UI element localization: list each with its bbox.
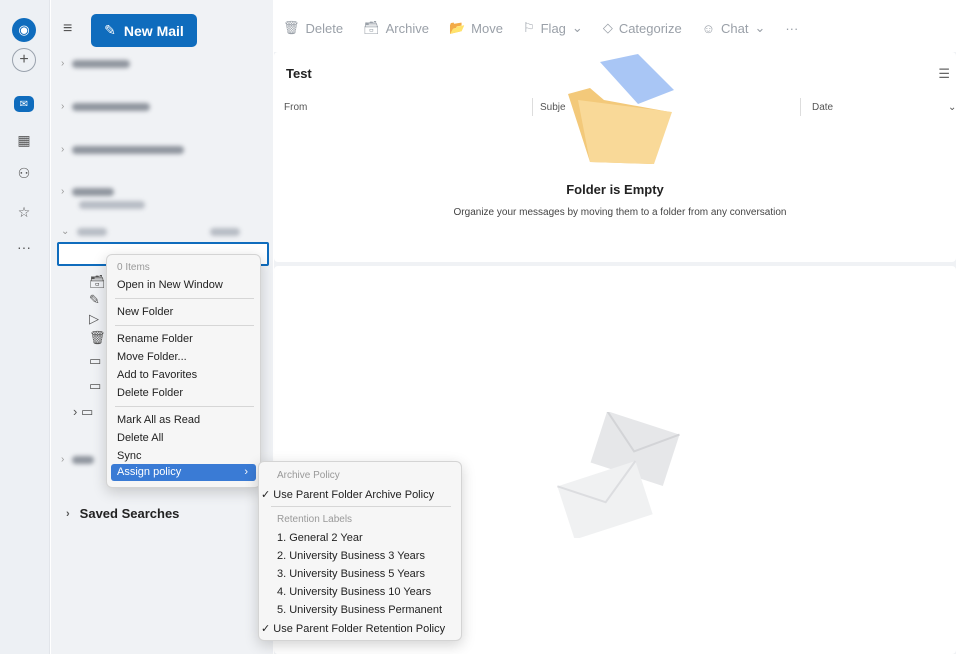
hamburger-icon[interactable]: ≡: [63, 20, 72, 38]
archive-button[interactable]: 🗃 Archive: [363, 20, 429, 36]
col-date[interactable]: Date: [812, 102, 833, 113]
menu-assign-policy[interactable]: Assign policy ›: [111, 464, 256, 481]
trash-icon: 🗑: [89, 330, 106, 345]
categorize-button[interactable]: ◇ Categorize: [603, 20, 682, 36]
chevron-right-icon: ›: [61, 101, 65, 112]
flag-button[interactable]: ⚐ Flag ⌄: [523, 20, 583, 36]
menu-delete-all[interactable]: Delete All: [117, 432, 163, 444]
menu-move-folder[interactable]: Move Folder...: [117, 351, 187, 363]
menu-rename-folder[interactable]: Rename Folder: [117, 333, 193, 345]
star-icon[interactable]: ☆: [12, 200, 36, 224]
folder-icon: ▭: [89, 353, 102, 368]
archive-icon: 🗃: [89, 274, 106, 289]
new-mail-label: New Mail: [123, 22, 184, 39]
calendar-icon[interactable]: ▦: [12, 128, 36, 152]
message-list: Test ☰ From Subje Date ⌄ Folder is Empty…: [274, 52, 956, 262]
submenu-use-parent-archive[interactable]: ✓ Use Parent Folder Archive Policy: [261, 488, 434, 501]
folder-account-group[interactable]: ›: [61, 186, 115, 197]
menu-open-new-window[interactable]: Open in New Window: [117, 279, 223, 291]
folder-inbox[interactable]: ⌄: [61, 226, 241, 237]
col-divider[interactable]: [800, 98, 801, 116]
col-divider[interactable]: [532, 98, 533, 116]
retention-labels-header: Retention Labels: [277, 514, 353, 525]
folder-title: Test: [286, 66, 312, 81]
chevron-right-icon: › ▭: [73, 404, 94, 419]
chevron-right-icon: ›: [244, 466, 248, 478]
menu-new-folder[interactable]: New Folder: [117, 306, 173, 318]
chat-button[interactable]: ☺ Chat ⌄: [702, 20, 766, 36]
chevron-down-icon: ⌄: [61, 226, 70, 237]
retention-label-item[interactable]: 5. University Business Permanent: [277, 604, 442, 616]
retention-label-item[interactable]: 2. University Business 3 Years: [277, 550, 425, 562]
retention-label-item[interactable]: 4. University Business 10 Years: [277, 586, 431, 598]
compose-icon: ✎: [104, 22, 116, 38]
menu-sync[interactable]: Sync: [117, 450, 141, 462]
saved-searches[interactable]: › Saved Searches: [66, 506, 179, 521]
people-icon[interactable]: ⚇: [12, 161, 36, 185]
retention-label-item[interactable]: 3. University Business 5 Years: [277, 568, 425, 580]
menu-mark-all-read[interactable]: Mark All as Read: [117, 414, 200, 426]
menu-add-favorites[interactable]: Add to Favorites: [117, 369, 197, 381]
folder-front: [578, 100, 672, 164]
move-button[interactable]: 📂 Move: [449, 20, 503, 36]
more-button[interactable]: ···: [785, 20, 798, 36]
trash-icon: 🗑: [283, 20, 300, 35]
col-from[interactable]: From: [284, 102, 307, 113]
chevron-down-icon[interactable]: ⌄: [572, 20, 583, 36]
retention-label-item[interactable]: 1. General 2 Year: [277, 532, 363, 544]
filter-icon[interactable]: ☰: [938, 66, 950, 82]
assign-policy-label: Assign policy: [117, 466, 182, 478]
folder-account[interactable]: ›: [61, 144, 185, 155]
chevron-right-icon: ›: [61, 144, 65, 155]
folder-all-accounts[interactable]: ›: [61, 101, 151, 112]
delete-button[interactable]: 🗑 Delete: [283, 20, 343, 36]
chevron-down-icon[interactable]: ⌄: [948, 102, 956, 113]
folder-account-email: [79, 201, 145, 209]
folder-sync-icon: ▭: [89, 378, 102, 393]
move-icon: 📂: [448, 20, 466, 35]
folder-other-account[interactable]: ›: [61, 454, 95, 465]
menu-separator: [115, 298, 254, 299]
new-mail-button[interactable]: ✎ New Mail: [91, 14, 197, 47]
submenu-use-parent-retention[interactable]: ✓ Use Parent Folder Retention Policy: [261, 622, 445, 635]
empty-title: Folder is Empty: [566, 182, 664, 197]
folder-favorites[interactable]: ›: [61, 58, 131, 69]
app-rail: ◉ + ✉ ▦ ⚇ ☆ ···: [0, 0, 50, 654]
saved-searches-label: Saved Searches: [79, 506, 180, 521]
add-app-icon[interactable]: +: [12, 48, 36, 72]
empty-subtitle: Organize your messages by moving them to…: [453, 207, 787, 218]
archive-policy-header: Archive Policy: [277, 470, 340, 481]
chevron-right-icon: ›: [61, 58, 65, 69]
chat-icon: ☺: [701, 20, 715, 36]
menu-separator: [271, 506, 451, 507]
chevron-down-icon: ›: [61, 186, 65, 197]
chevron-down-icon[interactable]: ⌄: [754, 20, 765, 36]
mail-icon[interactable]: ✉: [14, 96, 34, 112]
menu-separator: [115, 406, 254, 407]
checkmark-icon: ✓: [261, 489, 274, 501]
chevron-right-icon: ›: [66, 507, 70, 520]
tag-icon: ◇: [602, 20, 613, 35]
chevron-right-icon: ›: [61, 454, 65, 465]
menu-delete-folder[interactable]: Delete Folder: [117, 387, 183, 399]
globe-icon[interactable]: ◉: [12, 18, 36, 42]
empty-folder-illustration: [568, 54, 674, 164]
sent-icon: ▷: [89, 311, 99, 326]
drafts-icon: ✎: [89, 292, 100, 307]
folder-paper: [600, 54, 674, 104]
envelope-front: [557, 460, 653, 538]
archive-icon: 🗃: [363, 20, 380, 35]
envelope-illustration: [557, 412, 680, 538]
assign-policy-submenu: Archive Policy ✓ Use Parent Folder Archi…: [258, 461, 462, 641]
menu-separator: [115, 325, 254, 326]
checkmark-icon: ✓: [261, 623, 274, 635]
folder-context-menu: 0 Items Open in New Window New Folder Re…: [106, 254, 261, 488]
toolbar: ≡ ✎ New Mail 🗑 Delete 🗃 Archive 📂 Move ⚐ Fla…: [51, 0, 956, 54]
flag-icon: ⚐: [522, 20, 535, 35]
more-apps-icon[interactable]: ···: [12, 235, 36, 259]
menu-item-count: 0 Items: [117, 262, 150, 273]
